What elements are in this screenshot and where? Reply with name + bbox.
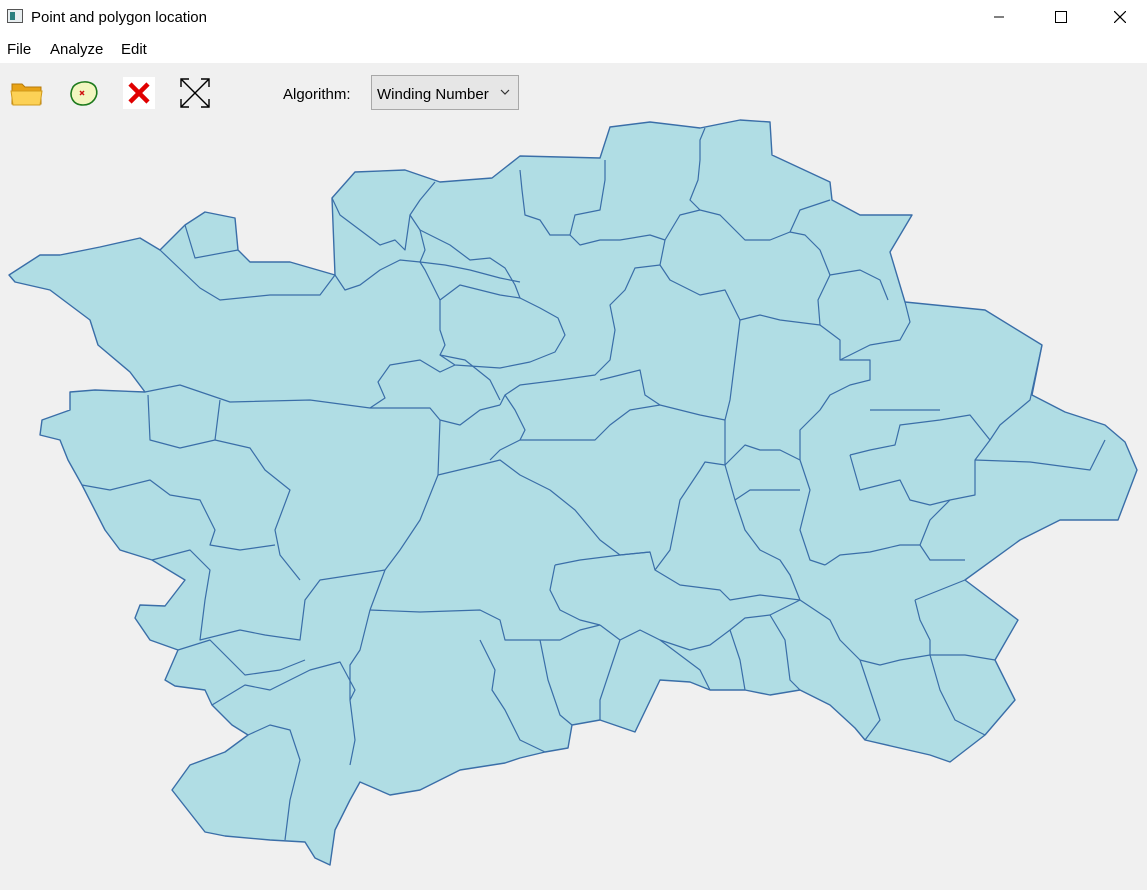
point-in-polygon-icon (70, 81, 98, 106)
window-title: Point and polygon location (31, 9, 207, 26)
polygon-layer (8, 119, 1138, 866)
app-window-icon (7, 9, 23, 23)
maximize-button[interactable] (1038, 0, 1084, 34)
open-folder-icon (10, 83, 43, 106)
clear-icon (123, 77, 155, 109)
clear-button[interactable] (119, 73, 159, 113)
close-icon (1114, 11, 1126, 23)
resize-button[interactable] (175, 73, 215, 113)
maximize-icon (1055, 11, 1067, 23)
menu-bar: File Analyze Edit (0, 34, 1147, 63)
title-bar: Point and polygon location (0, 0, 1147, 34)
analyze-button[interactable] (63, 73, 103, 113)
close-button[interactable] (1097, 0, 1143, 34)
minimize-icon (994, 16, 1004, 18)
algorithm-select-value: Winding Number (377, 86, 489, 103)
menu-file[interactable]: File (7, 41, 31, 58)
minimize-button[interactable] (976, 0, 1022, 34)
menu-edit[interactable]: Edit (121, 41, 147, 58)
chevron-down-icon (500, 89, 510, 95)
algorithm-label: Algorithm: (283, 86, 351, 103)
menu-analyze[interactable]: Analyze (50, 41, 103, 58)
algorithm-select[interactable]: Winding Number (371, 75, 519, 110)
open-button[interactable] (7, 73, 47, 113)
fit-extent-icon (180, 78, 210, 108)
map-outline (8, 119, 1138, 866)
map-canvas[interactable] (0, 118, 1147, 890)
